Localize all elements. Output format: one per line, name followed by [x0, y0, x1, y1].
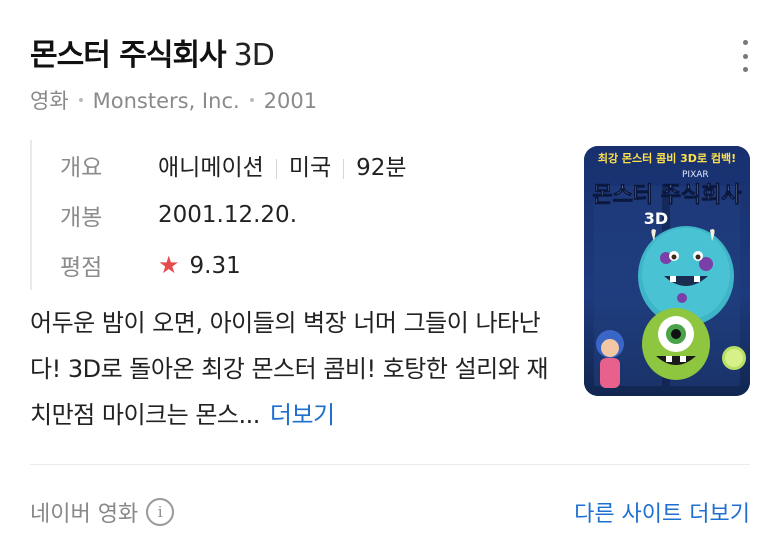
poster-artwork: 최강 몬스터 콤비 3D로 컴백! PIXAR 몬스터 주식회사 3D: [584, 146, 750, 396]
info-row-rating: 평점 ★ 9.31: [60, 240, 550, 290]
more-dot: [742, 53, 748, 59]
rating-score: 9.31: [189, 253, 241, 279]
release-date: 2001.12.20.: [158, 202, 297, 228]
release-year: 2001: [263, 89, 318, 113]
overview-value: 애니메이션 미국 92분: [158, 148, 407, 182]
poster-brand: PIXAR: [682, 170, 709, 180]
movie-info-card: 몬스터 주식회사 3D 영화 Monsters, Inc. 2001 개요 애니메이션…: [0, 0, 773, 552]
category-label: 영화: [30, 89, 69, 113]
footer-divider: [30, 464, 750, 465]
overview-label: 개요: [60, 155, 103, 181]
more-dot: [742, 67, 748, 72]
poster-title: 몬스터 주식회사: [592, 183, 742, 208]
release-label: 개봉: [60, 205, 103, 231]
info-row-overview: 개요 애니메이션 미국 92분: [60, 140, 550, 190]
movie-info-list: 개요 애니메이션 미국 92분 개봉 2001.12.20. 평점 ★ 9.31: [30, 140, 550, 290]
poster-tagline: 최강 몬스터 콤비 3D로 컴백!: [598, 151, 736, 165]
original-title: Monsters, Inc.: [92, 89, 240, 113]
separator-dot: [249, 98, 254, 102]
source-label[interactable]: 네이버 영화 i: [30, 496, 175, 528]
runtime: 92분: [356, 155, 407, 181]
divider-bar: [275, 158, 277, 179]
more-options-icon[interactable]: [740, 40, 750, 72]
divider-bar: [343, 158, 345, 179]
movie-title[interactable]: 몬스터 주식회사 3D: [30, 34, 750, 78]
title-row: 몬스터 주식회사 3D: [30, 34, 750, 78]
separator-dot: [78, 98, 83, 102]
movie-description: 어두운 밤이 오면, 아이들의 벽장 너머 그들이 나타난다! 3D로 돌아온 …: [30, 300, 550, 438]
other-sites-link[interactable]: 다른 사이트 더보기: [574, 496, 750, 528]
poster-format: 3D: [644, 209, 668, 228]
more-dot: [742, 40, 748, 45]
rating-label: 평점: [60, 255, 103, 281]
movie-subtitle: 영화 Monsters, Inc. 2001: [30, 86, 317, 116]
movie-title-suffix: 3D: [233, 38, 275, 73]
info-row-release: 개봉 2001.12.20.: [60, 190, 550, 240]
description-more-link[interactable]: 더보기: [270, 401, 335, 429]
info-circle-icon[interactable]: i: [146, 498, 175, 526]
genre: 애니메이션: [158, 155, 264, 181]
movie-poster[interactable]: 최강 몬스터 콤비 3D로 컴백! PIXAR 몬스터 주식회사 3D: [584, 146, 750, 396]
star-icon: ★: [158, 251, 180, 279]
source-name: 네이버 영화: [30, 502, 139, 527]
rating-value: ★ 9.31: [158, 251, 241, 279]
card-footer: 네이버 영화 i 다른 사이트 더보기: [30, 492, 750, 532]
movie-title-text: 몬스터 주식회사: [30, 38, 227, 73]
country: 미국: [288, 155, 332, 181]
